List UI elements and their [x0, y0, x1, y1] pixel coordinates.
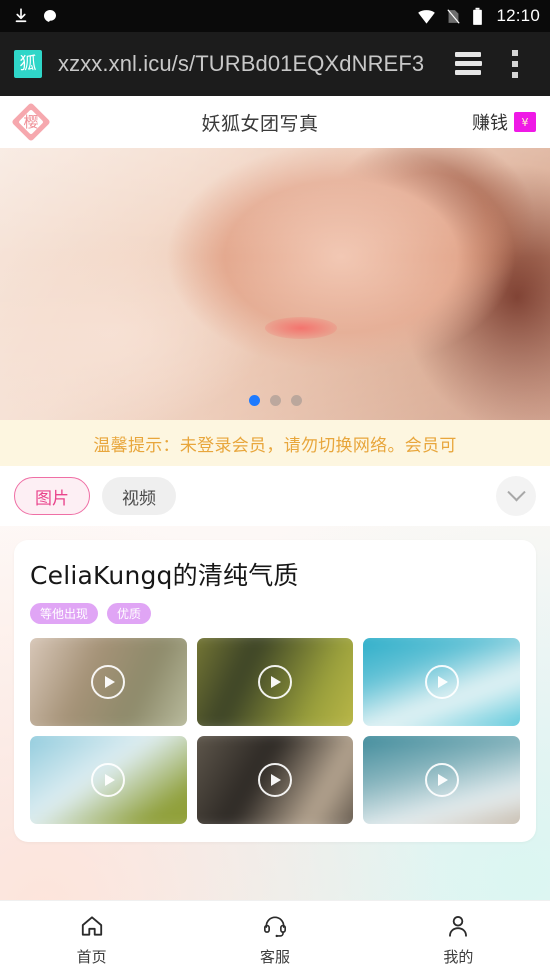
url-bar[interactable]: xzxx.xnl.icu/s/TURBd01EQXdNREF3 — [58, 51, 446, 77]
thumbnail-item[interactable] — [30, 736, 187, 824]
tag-row: 等他出现 优质 — [30, 603, 520, 624]
tab-videos[interactable]: 视频 — [102, 477, 176, 515]
notice-text: 温馨提示：未登录会员，请勿切换网络。会员可 — [93, 435, 457, 456]
thumbnail-grid — [30, 638, 520, 824]
carousel-dot-3[interactable] — [290, 395, 302, 406]
nav-item-support[interactable]: 客服 — [183, 913, 366, 967]
site-header: 樱 妖狐女团写真 赚钱 ¥ — [0, 96, 550, 148]
thumbnail-item[interactable] — [363, 638, 520, 726]
category-tabbar: 图片 视频 — [0, 466, 550, 526]
chevron-down-icon — [506, 482, 526, 501]
notice-bar: 温馨提示：未登录会员，请勿切换网络。会员可 — [0, 420, 550, 466]
thumbnail-item[interactable] — [363, 736, 520, 824]
status-left-icons — [12, 7, 58, 25]
banner-image — [0, 148, 550, 420]
play-icon[interactable] — [257, 763, 292, 797]
favicon-char: 狐 — [19, 53, 37, 74]
nav-label-profile: 我的 — [443, 947, 474, 966]
download-icon — [15, 8, 27, 23]
bottom-navigation: 首页 客服 我的 — [0, 900, 550, 978]
headset-icon — [263, 916, 286, 937]
site-logo[interactable]: 樱 — [11, 102, 51, 142]
thumbnail-item[interactable] — [196, 736, 354, 824]
carousel-dots — [0, 395, 550, 406]
tab-switcher-button[interactable] — [446, 41, 492, 87]
wifi-icon — [418, 9, 436, 24]
home-icon — [81, 915, 102, 936]
browser-menu-button[interactable] — [492, 41, 538, 87]
overflow-menu-icon — [512, 50, 518, 78]
earn-badge-icon: ¥ — [514, 112, 536, 132]
thumbnail-item[interactable] — [30, 638, 187, 726]
content-card: CeliaKungq的清纯气质 等他出现 优质 — [14, 540, 536, 842]
browser-toolbar: 狐 xzxx.xnl.icu/s/TURBd01EQXdNREF3 — [0, 32, 550, 96]
page-title: 妖狐女团写真 — [201, 112, 319, 135]
play-icon[interactable] — [424, 763, 459, 797]
app-blob-icon — [44, 10, 56, 22]
battery-icon — [473, 7, 483, 25]
play-icon[interactable] — [257, 665, 292, 699]
nav-label-support: 客服 — [259, 947, 290, 966]
no-sim-icon — [447, 8, 461, 24]
tag-item[interactable]: 等他出现 — [30, 603, 99, 624]
earn-badge-char: ¥ — [521, 115, 529, 129]
tab-stack-icon — [455, 52, 483, 76]
banner-carousel[interactable] — [0, 148, 550, 420]
card-title: CeliaKungq的清纯气质 — [30, 561, 299, 590]
tab-images[interactable]: 图片 — [14, 477, 90, 515]
web-page: 樱 妖狐女团写真 赚钱 ¥ 温馨提示：未登录会员，请勿切换网络。会员可 图片 视… — [0, 96, 550, 978]
nav-label-home: 首页 — [76, 947, 107, 966]
nav-item-profile[interactable]: 我的 — [367, 913, 550, 967]
banner-highlight — [265, 316, 337, 339]
carousel-dot-1[interactable] — [248, 395, 260, 406]
logo-char: 樱 — [23, 112, 39, 131]
earn-money-button[interactable]: 赚钱 ¥ — [472, 109, 536, 135]
site-favicon: 狐 — [14, 50, 42, 78]
carousel-dot-2[interactable] — [269, 395, 281, 406]
person-icon — [449, 915, 468, 937]
thumbnail-item[interactable] — [196, 638, 354, 726]
earn-money-label: 赚钱 — [472, 113, 508, 134]
status-right-icons: 12:10 — [417, 6, 540, 26]
tag-item[interactable]: 优质 — [107, 603, 152, 624]
android-status-bar: 12:10 — [0, 0, 550, 32]
play-icon[interactable] — [424, 665, 459, 699]
expand-categories-button[interactable] — [496, 476, 536, 516]
status-clock: 12:10 — [496, 6, 540, 25]
nav-item-home[interactable]: 首页 — [0, 913, 183, 967]
